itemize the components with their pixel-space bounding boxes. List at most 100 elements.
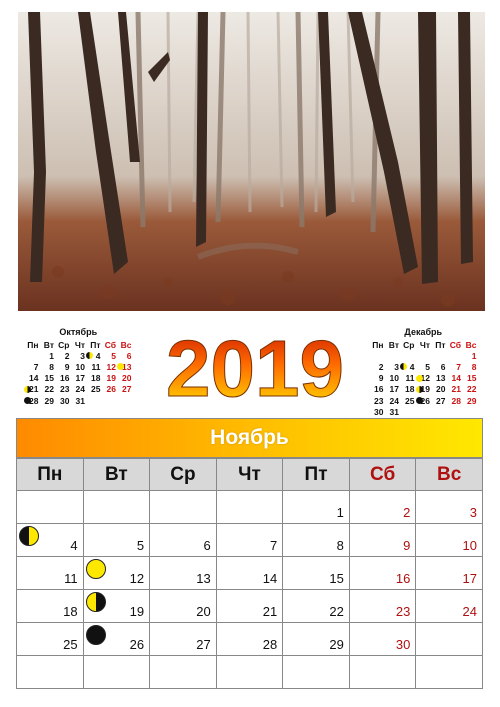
day-cell: 14 [447,373,463,384]
day-number: 3 [469,505,477,520]
day-cell: 14 [24,373,40,384]
weekday-header-row: Пн Вт Ср Чт Пт Сб Вс [24,339,133,350]
day-cell: 4 [400,361,416,372]
day-number: 6 [440,361,446,372]
weekday-label: Пн [372,339,384,350]
day-cell [348,655,417,689]
day-cell: 12 [415,373,432,384]
weekday-label: Чт [215,458,284,491]
day-number: 8 [336,538,344,553]
day-cell: 8 [40,361,56,372]
day-cell: 15 [40,373,56,384]
day-number: 10 [389,373,399,384]
day-number: 15 [467,373,477,384]
weekday-label: Пн [16,458,84,491]
day-number: 7 [270,538,278,553]
moon-phase-new-icon [85,625,106,645]
day-cell: 5 [416,361,432,372]
weekday-label: Пн [27,339,39,350]
day-number: 2 [64,350,70,361]
day-cell [447,406,463,417]
year-heading-graphic: 2019 [166,324,345,414]
day-cell: 9 [55,361,71,372]
day-cell: 8 [462,361,478,372]
day-cell: 24 [71,384,87,395]
weekday-header-row: Пн Вт Ср Чт Пт Сб Вс [369,339,478,350]
day-number: 30 [374,406,384,417]
day-cell: 20 [149,589,217,623]
day-cell [416,350,432,361]
day-number: 10 [75,361,85,372]
day-cell: 10 [415,523,483,557]
day-number: 31 [389,406,399,417]
day-cell: 19 [82,589,151,623]
weekday-label: Вс [415,458,483,491]
day-cell: 31 [71,395,87,406]
week-row: 28 29 30 31 [24,395,133,406]
day-cell [431,406,447,417]
day-cell: 20 [431,384,447,395]
day-cell: 17 [71,373,87,384]
day-cell: 7 [447,361,463,372]
moon-phase-new-icon [24,396,31,404]
day-cell [282,655,350,689]
day-cell: 16 [369,384,385,395]
day-number: 4 [70,538,78,553]
day-number: 7 [456,361,461,372]
day-cell: 6 [149,523,217,557]
weekday-label: Вт [388,339,399,350]
day-cell: 15 [282,556,350,590]
week-row: 30 31 [369,406,478,417]
mini-weeks: 1 2 3 4 5 6 7 8 9 10 11 12 13 14 15 16 17 18 19 20 21 22 23 24 2… [369,350,478,417]
day-number: 25 [405,395,415,406]
moon-phase-full-icon [415,374,423,382]
day-number: 29 [44,395,54,406]
moon-phase-last-quarter-icon [415,385,423,393]
day-number: 22 [44,384,54,395]
day-cell: 19 [102,373,118,384]
day-cell: 29 [282,622,350,656]
day-cell: 7 [215,523,284,557]
day-cell [431,350,447,361]
day-cell: 7 [24,361,40,372]
day-cell: 22 [462,384,478,395]
day-number: 5 [111,350,116,361]
day-number: 2 [378,361,384,372]
day-number: 30 [395,637,411,652]
day-number: 20 [436,384,446,395]
moon-phase-last-quarter-icon [24,385,31,393]
day-cell [117,395,133,406]
day-number: 15 [329,571,344,586]
weekday-label: Ср [58,339,70,350]
day-number: 28 [262,637,278,652]
mini-calendar-title: Октябрь [59,327,98,337]
day-number: 6 [126,350,132,361]
day-number: 4 [95,350,101,361]
weekday-label: Сб [104,339,116,350]
day-number: 27 [122,384,132,395]
day-number: 1 [471,350,477,361]
day-number: 13 [196,571,211,586]
day-cell: 11 [16,556,84,590]
day-cell: 29 [462,395,478,406]
forest-illustration [18,12,485,311]
main-calendar-november: Ноябрь Пн Вт Ср Чт Пт Сб Вс 1 2 3 4 5 6 7 8 9 10 1… [16,418,483,689]
mini-calendar-october: Октябрь Пн Вт Ср Чт Пт Сб Вс 1 2 3 4 5 6 7 8 9 10… [24,327,133,406]
day-number: 11 [64,571,78,586]
day-cell [385,350,401,361]
day-number: 9 [378,373,384,384]
day-cell: 21 [24,384,40,395]
mini-weeks: 1 2 3 4 5 6 7 8 9 10 11 12 13 14 15 16 17 18 19 20 21 22 23 24 2… [24,350,133,406]
moon-phase-last-quarter-icon [85,592,106,612]
day-cell: 23 [348,589,417,623]
day-number: 19 [106,373,116,384]
day-cell: 10 [385,373,401,384]
week-row: 2345678 [369,361,478,372]
day-number: 14 [451,373,461,384]
day-cell: 1 [462,350,478,361]
day-cell: 26 [102,384,118,395]
weekday-label: Сб [449,339,461,350]
weekday-label: Сб [348,458,417,491]
day-cell: 13 [431,373,447,384]
day-cell [149,490,217,524]
